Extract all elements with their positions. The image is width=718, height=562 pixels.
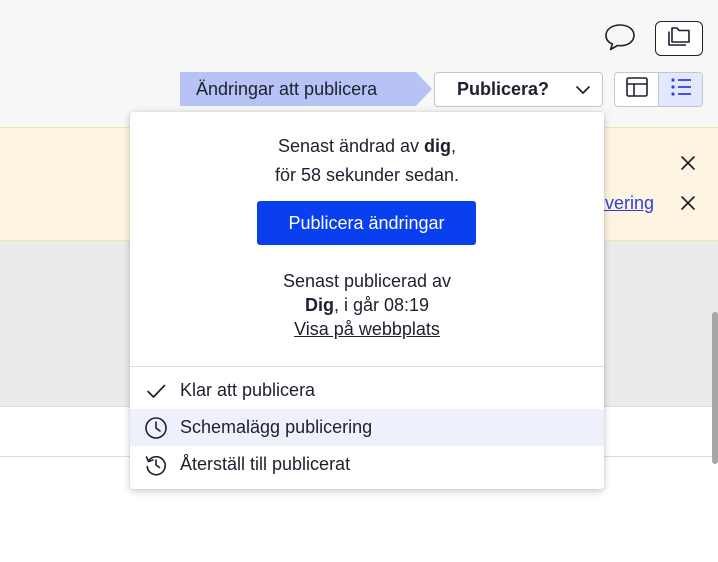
menu-item-label: Klar att publicera [180, 380, 316, 400]
view-on-site: Visa på webbplats [130, 317, 604, 341]
scrollbar[interactable] [712, 312, 718, 464]
divider [130, 366, 604, 367]
published-time: , i går 08:19 [333, 295, 430, 315]
status-label: Ändringar att publicera [196, 78, 378, 99]
notice-link[interactable]: ivering [601, 193, 654, 214]
published-user: Dig [304, 295, 334, 315]
list-view-button[interactable] [658, 73, 702, 106]
close-icon[interactable] [679, 154, 697, 172]
comment-icon [602, 22, 638, 57]
layout-icon [625, 76, 649, 103]
comments-button[interactable] [600, 22, 640, 56]
view-on-site-link[interactable]: Visa på webbplats [294, 319, 440, 339]
publish-dropdown-label: Publicera? [457, 79, 550, 99]
modified-user: dig [424, 136, 452, 156]
chevron-down-icon [574, 81, 592, 104]
publish-changes-button[interactable]: Publicera ändringar [257, 201, 476, 245]
check-icon [144, 379, 168, 403]
menu-item-ready-to-publish[interactable]: Klar att publicera [130, 372, 604, 409]
folder-copy-icon [665, 25, 693, 52]
editor-toolbar: Ändringar att publicera Publicera? [0, 0, 718, 127]
close-icon[interactable] [679, 194, 697, 212]
last-modified-text: Senast ändrad av dig, [130, 134, 604, 158]
published-by: Dig, i går 08:19 [130, 293, 604, 317]
status-badge: Ändringar att publicera [180, 72, 432, 106]
menu-item-schedule-publishing[interactable]: Schemalägg publicering [130, 409, 604, 446]
publish-popover: Senast ändrad av dig, för 58 sekunder se… [130, 112, 604, 489]
last-published-text: Senast publicerad av [282, 271, 452, 291]
clock-icon [144, 416, 168, 440]
layout-view-button[interactable] [615, 73, 658, 106]
menu-item-revert-to-published[interactable]: Återställ till publicerat [130, 446, 604, 483]
menu-item-label: Återställ till publicerat [180, 454, 351, 474]
publish-dropdown[interactable]: Publicera? [434, 72, 603, 107]
menu-item-label: Schemalägg publicering [180, 417, 373, 437]
modified-prefix: Senast ändrad av [277, 136, 425, 156]
list-icon [669, 76, 693, 103]
history-icon [144, 453, 168, 477]
modified-time: för 58 sekunder sedan. [274, 165, 460, 185]
view-toggle [614, 72, 703, 107]
modified-suffix: , [451, 136, 457, 156]
copies-button[interactable] [655, 21, 703, 56]
